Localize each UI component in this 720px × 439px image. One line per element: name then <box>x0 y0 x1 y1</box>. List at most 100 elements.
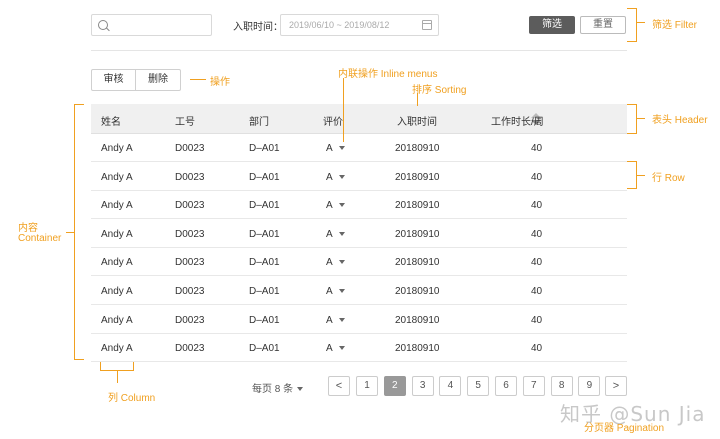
cell-name: Andy A <box>101 228 133 240</box>
cell-hours: 40 <box>531 171 543 183</box>
rating-select[interactable]: A <box>326 143 345 154</box>
rating-select[interactable]: A <box>326 172 345 183</box>
rating-dropdown-icon[interactable] <box>338 174 345 179</box>
rating-dropdown-icon[interactable] <box>338 260 345 265</box>
annotation-container-cn: 内容 <box>18 223 38 234</box>
page-button-5[interactable]: 5 <box>467 376 490 396</box>
rating-dropdown-icon[interactable] <box>338 146 345 150</box>
cell-hire-date: 20180910 <box>395 200 440 212</box>
reset-button[interactable]: 重置 <box>580 16 626 34</box>
annotation-inline-menus: 内联操作 Inline menus <box>338 69 438 80</box>
cell-name: Andy A <box>101 257 133 269</box>
cell-hire-date: 20180910 <box>395 343 440 355</box>
cell-id: D0023 <box>175 200 205 212</box>
row-bracket <box>627 161 637 189</box>
table-row[interactable]: Andy A D0023 D–A01 A 20180910 40 <box>91 191 627 220</box>
table-header: 姓名 工号 部门 评价 入职时间 工作时长/周 <box>91 104 627 134</box>
page-button-9[interactable]: 9 <box>578 376 601 396</box>
date-label: 入职时间： <box>233 22 283 33</box>
page-button-3[interactable]: 3 <box>411 376 434 396</box>
table-row[interactable]: Andy A D0023 D–A01 A 20180910 40 <box>91 306 627 334</box>
cell-department: D–A01 <box>249 143 280 154</box>
table-row[interactable]: Andy A D0023 D–A01 A 20180910 40 <box>91 248 627 277</box>
search-input[interactable] <box>91 14 212 36</box>
annotation-pagination: 分页器 Pagination <box>584 423 665 434</box>
annotation-filter: 筛选 Filter <box>652 20 697 31</box>
calendar-icon[interactable] <box>422 20 432 30</box>
rating-dropdown-icon[interactable] <box>338 231 345 236</box>
action-line <box>190 79 206 80</box>
filter-divider <box>91 50 627 51</box>
rating-dropdown-icon[interactable] <box>338 289 345 293</box>
rating-dropdown-icon[interactable] <box>338 317 345 322</box>
prev-page-button[interactable]: < <box>328 376 350 396</box>
cell-hours: 40 <box>531 314 543 326</box>
table-row[interactable]: Andy A D0023 D–A01 A 20180910 40 <box>91 334 627 363</box>
rating-select[interactable]: A <box>326 343 345 354</box>
annotation-container-en: Container <box>18 233 62 244</box>
cell-hire-date: 20180910 <box>395 228 440 240</box>
cell-id: D0023 <box>175 257 205 269</box>
cell-rating[interactable]: A <box>326 343 333 354</box>
cell-hire-date: 20180910 <box>395 286 440 297</box>
column-bracket <box>100 362 134 371</box>
page-button-7[interactable]: 7 <box>522 376 545 396</box>
header-hours[interactable]: 工作时长/周 <box>491 113 544 128</box>
page-button-1[interactable]: 1 <box>356 376 378 396</box>
page-button-2[interactable]: 2 <box>383 376 406 396</box>
cell-rating[interactable]: A <box>326 172 333 183</box>
cell-department: D–A01 <box>249 257 280 269</box>
header-line <box>637 118 645 119</box>
table-row[interactable]: Andy A D0023 D–A01 A 20180910 40 <box>91 220 627 248</box>
rating-select[interactable]: A <box>326 315 345 326</box>
rating-select[interactable]: A <box>326 257 345 268</box>
annotation-column: 列 Column <box>108 393 156 404</box>
cell-hire-date: 20180910 <box>395 171 440 183</box>
table-row[interactable]: Andy A D0023 D–A01 A 20180910 40 <box>91 163 627 191</box>
header-id[interactable]: 工号 <box>175 113 195 128</box>
cell-rating[interactable]: A <box>326 229 333 240</box>
cell-rating[interactable]: A <box>326 200 333 211</box>
next-page-button[interactable]: > <box>605 376 627 396</box>
header-hire-date[interactable]: 入职时间 <box>397 113 437 128</box>
cell-name: Andy A <box>101 343 133 355</box>
header-rating[interactable]: 评价 <box>323 113 343 128</box>
header-bracket <box>627 104 637 134</box>
cell-department: D–A01 <box>249 314 280 326</box>
table-row[interactable]: Andy A D0023 D–A01 A 20180910 40 <box>91 134 627 162</box>
rating-select[interactable]: A <box>326 200 345 211</box>
cell-rating[interactable]: A <box>326 257 333 268</box>
rating-dropdown-icon[interactable] <box>338 203 345 208</box>
cell-name: Andy A <box>101 286 133 297</box>
cell-hours: 40 <box>531 257 543 269</box>
sorting-line <box>417 93 418 106</box>
rating-dropdown-icon[interactable] <box>338 346 345 351</box>
cell-id: D0023 <box>175 228 205 240</box>
page-size-select[interactable]: 每页 8 条 <box>252 380 304 395</box>
filter-line <box>637 22 645 23</box>
cell-rating[interactable]: A <box>326 315 333 326</box>
date-range-value: 2019/06/10 ~ 2019/08/12 <box>289 20 390 30</box>
chevron-down-icon <box>297 387 304 391</box>
rating-select[interactable]: A <box>326 229 345 240</box>
delete-button[interactable]: 删除 <box>135 69 181 91</box>
cell-id: D0023 <box>175 171 205 183</box>
table-row[interactable]: Andy A D0023 D–A01 A 20180910 40 <box>91 277 627 305</box>
cell-rating[interactable]: A <box>326 143 333 154</box>
approve-button[interactable]: 审核 <box>91 69 136 91</box>
header-name[interactable]: 姓名 <box>101 113 121 128</box>
page-button-8[interactable]: 8 <box>550 376 573 396</box>
page-button-6[interactable]: 6 <box>495 376 517 396</box>
cell-department: D–A01 <box>249 286 280 297</box>
inline-menus-line <box>343 78 344 142</box>
rating-select[interactable]: A <box>326 286 345 297</box>
cell-hours: 40 <box>531 343 543 355</box>
page-button-4[interactable]: 4 <box>439 376 462 396</box>
header-department[interactable]: 部门 <box>249 113 269 128</box>
cell-id: D0023 <box>175 343 205 355</box>
date-range-picker[interactable]: 2019/06/10 ~ 2019/08/12 <box>280 14 439 36</box>
container-line <box>66 232 74 233</box>
cell-rating[interactable]: A <box>326 286 333 297</box>
cell-hours: 40 <box>531 228 543 240</box>
filter-button[interactable]: 筛选 <box>529 16 575 34</box>
